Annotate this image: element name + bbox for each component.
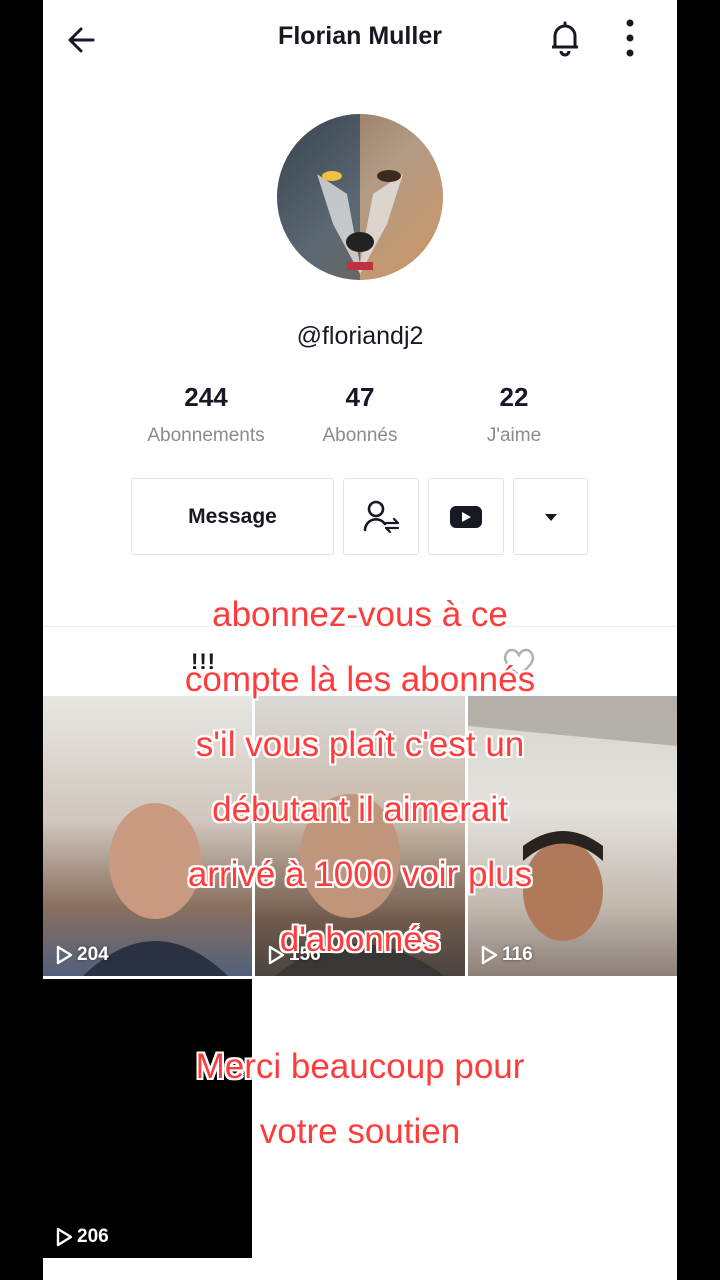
caption-line: s'il vous plaît c'est un (195, 725, 525, 764)
overlay-caption: abonnez-vous à ce compte là les abonnés … (43, 582, 677, 972)
message-button[interactable]: Message (131, 478, 334, 555)
youtube-button[interactable] (428, 478, 504, 555)
top-bar: Florian Muller (43, 0, 677, 76)
user-swap-icon (363, 500, 400, 533)
stat-followers[interactable]: 47 Abonnés (270, 382, 450, 447)
video-views-4: 206 (55, 1226, 109, 1248)
profile-handle: @floriandj2 (296, 322, 424, 350)
caption-line: compte là les abonnés (184, 660, 536, 699)
profile-screen: Florian Muller @floriandj2 244 Abonnemen… (43, 0, 677, 1280)
more-options-icon[interactable] (615, 16, 645, 60)
stat-followers-count: 47 (345, 382, 375, 412)
stat-following[interactable]: 244 Abonnements (116, 382, 296, 447)
thanks-line: Merci beaucoup pour (195, 1047, 525, 1086)
avatar[interactable] (277, 114, 443, 280)
stat-following-count: 244 (184, 382, 228, 412)
caption-line: abonnez-vous à ce (212, 595, 508, 634)
bell-icon[interactable] (543, 16, 587, 60)
thanks-line: votre soutien (259, 1112, 461, 1151)
youtube-icon (450, 505, 482, 528)
stat-followers-label: Abonnés (322, 425, 398, 446)
dropdown-button[interactable] (513, 478, 588, 555)
follow-switch-button[interactable] (343, 478, 419, 555)
play-icon (56, 1227, 73, 1247)
overlay-thanks: Merci beaucoup pour votre soutien (43, 1034, 677, 1164)
video-views-count-4: 206 (77, 1226, 109, 1247)
stat-likes-count: 22 (499, 382, 529, 412)
caption-line: d'abonnés (279, 920, 441, 959)
stat-following-label: Abonnements (147, 425, 265, 446)
caption-line: arrivé à 1000 voir plus (187, 855, 533, 894)
stat-likes[interactable]: 22 J'aime (424, 382, 604, 447)
stat-likes-label: J'aime (486, 425, 542, 446)
caption-line: débutant il aimerait (212, 790, 508, 829)
caret-down-icon (544, 513, 557, 521)
